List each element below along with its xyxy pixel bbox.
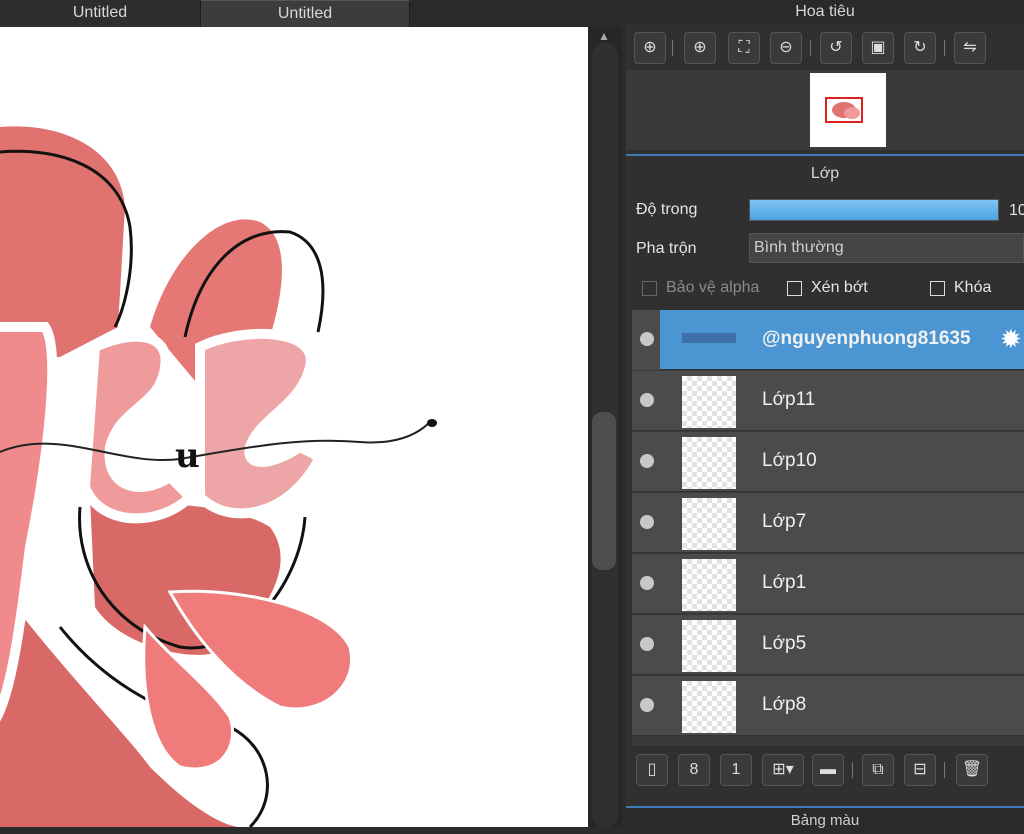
layer-row[interactable]: Lớp5 <box>632 615 1024 675</box>
blend-mode-select[interactable]: Bình thường <box>749 233 1024 263</box>
visibility-icon[interactable] <box>640 637 654 651</box>
layer-list: @nguyenphuong81635 ✹ Lớp11 Lớp10 Lớp7 Lớ… <box>632 310 1024 746</box>
layer-name: Lớp8 <box>762 694 807 715</box>
layer-row[interactable]: Lớp1 <box>632 554 1024 614</box>
gear-icon[interactable]: ✹ <box>1000 324 1022 355</box>
fit-screen-icon[interactable]: ⛶ <box>728 32 760 64</box>
clipping-checkbox[interactable] <box>787 281 802 296</box>
color-palette-title: Bảng màu <box>790 812 860 829</box>
visibility-icon[interactable] <box>640 454 654 468</box>
opacity-value: 10 <box>1009 202 1024 219</box>
layer-row[interactable]: Lớp7 <box>632 493 1024 553</box>
navigator-thumbnail[interactable] <box>810 73 886 147</box>
duplicate-layer-icon[interactable]: ⧉ <box>862 754 894 786</box>
protect-alpha-label: Bảo vệ alpha <box>666 279 760 296</box>
new-8bit-layer-icon[interactable]: 8 <box>678 754 710 786</box>
color-palette-header[interactable]: Bảng màu <box>626 806 1024 829</box>
artwork: u <box>0 126 437 827</box>
visibility-icon[interactable] <box>640 576 654 590</box>
visibility-icon[interactable] <box>640 698 654 712</box>
layer-row[interactable]: Lớp8 <box>632 676 1024 736</box>
layer-thumbnail <box>682 498 736 550</box>
lock-label: Khóa <box>954 279 992 296</box>
folder-icon[interactable]: ▬ <box>812 754 844 786</box>
new-layer-icon[interactable]: ▯ <box>636 754 668 786</box>
zoom-in-icon[interactable]: ⊕ <box>684 32 716 64</box>
scroll-thumb[interactable] <box>592 412 616 570</box>
layer-name: Lớp5 <box>762 633 807 654</box>
canvas-vertical-scrollbar[interactable]: ▲ <box>588 27 622 827</box>
side-panel: Hoa tiêu ⊕ ⊕ ⛶ ⊖ ↺ ▣ ↻ ⇋ Lớp Độ trong 10… <box>626 0 1024 829</box>
layer-thumbnail <box>682 437 736 489</box>
navigator-toolbar: ⊕ ⊕ ⛶ ⊖ ↺ ▣ ↻ ⇋ <box>626 26 1024 70</box>
opacity-slider[interactable] <box>749 199 999 221</box>
lock-checkbox[interactable] <box>930 281 945 296</box>
navigator-title: Hoa tiêu <box>626 0 1024 24</box>
clipping-label: Xén bớt <box>811 279 868 296</box>
rotate-left-icon[interactable]: ↺ <box>820 32 852 64</box>
drawing-canvas[interactable]: u <box>0 27 588 827</box>
layer-row[interactable]: @nguyenphuong81635 ✹ <box>632 310 1024 370</box>
layer-row[interactable]: Lớp11 <box>632 371 1024 431</box>
document-tabs: Untitled Untitled <box>0 0 612 28</box>
protect-alpha-checkbox[interactable] <box>642 281 657 296</box>
rotate-right-icon[interactable]: ↻ <box>904 32 936 64</box>
visibility-icon[interactable] <box>640 393 654 407</box>
layer-name: Lớp7 <box>762 511 807 532</box>
layer-name: @nguyenphuong81635 <box>762 328 971 349</box>
layer-row[interactable]: Lớp10 <box>632 432 1024 492</box>
opacity-label: Độ trong <box>636 201 698 218</box>
visibility-icon[interactable] <box>640 515 654 529</box>
layer-name: Lớp1 <box>762 572 807 593</box>
tab-untitled-1[interactable]: Untitled <box>0 0 201 27</box>
blend-label: Pha trộn <box>636 240 697 257</box>
viewport-frame <box>825 97 863 123</box>
flip-icon[interactable]: ⇋ <box>954 32 986 64</box>
layer-name: Lớp11 <box>762 389 816 410</box>
layer-thumbnail <box>682 376 736 428</box>
delete-layer-icon[interactable]: 🗑 <box>956 754 988 786</box>
visibility-icon[interactable] <box>640 332 654 346</box>
scroll-up-icon[interactable]: ▲ <box>598 29 610 43</box>
zoom-fit-icon[interactable]: ⊕ <box>634 32 666 64</box>
layer-toolbar: ▯ 8 1 ⊞▾ ▬ ⧉ ⊟ 🗑 <box>626 748 1024 796</box>
layer-thumbnail <box>682 333 736 343</box>
add-layer-dropdown-icon[interactable]: ⊞▾ <box>762 754 804 786</box>
layer-name: Lớp10 <box>762 450 817 471</box>
tab-untitled-2[interactable]: Untitled <box>201 0 410 28</box>
navigator-preview[interactable] <box>626 70 1024 150</box>
merge-layer-icon[interactable]: ⊟ <box>904 754 936 786</box>
signature-mark: u <box>175 436 200 476</box>
layer-thumbnail <box>682 559 736 611</box>
reset-view-icon[interactable]: ▣ <box>862 32 894 64</box>
layer-thumbnail <box>682 681 736 733</box>
new-1bit-layer-icon[interactable]: 1 <box>720 754 752 786</box>
layer-panel-title: Lớp <box>626 162 1024 186</box>
layer-thumbnail <box>682 620 736 672</box>
zoom-out-icon[interactable]: ⊖ <box>770 32 802 64</box>
